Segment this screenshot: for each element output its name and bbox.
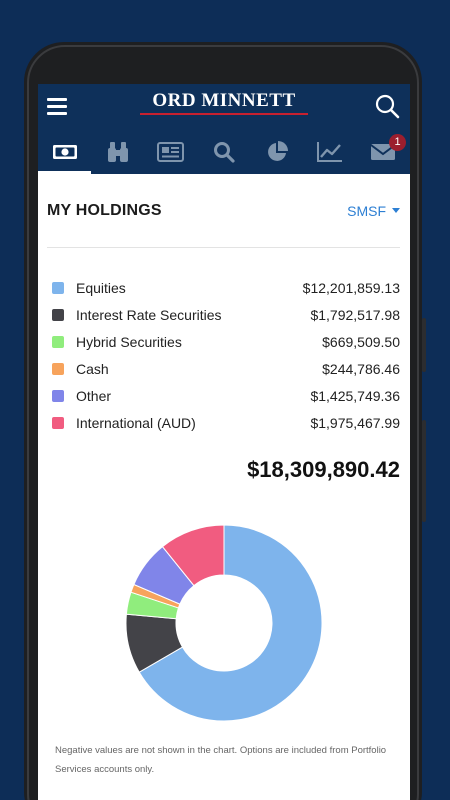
logo-underline bbox=[140, 113, 308, 115]
holding-row: Interest Rate Securities $1,792,517.98 bbox=[47, 301, 400, 328]
account-dropdown-value: SMSF bbox=[347, 202, 386, 219]
tab-news[interactable] bbox=[144, 130, 197, 174]
message-count-badge: 1 bbox=[389, 134, 406, 151]
holding-name: Other bbox=[76, 387, 112, 404]
tab-search[interactable] bbox=[197, 130, 250, 174]
chart-footnote: Negative values are not shown in the cha… bbox=[55, 745, 387, 775]
volume-button bbox=[422, 318, 426, 372]
line-chart-icon bbox=[317, 142, 342, 162]
holding-name: Equities bbox=[76, 279, 126, 296]
holding-value: $12,201,859.13 bbox=[302, 279, 400, 296]
tab-markets[interactable] bbox=[303, 130, 356, 174]
tab-bar: 1 bbox=[38, 130, 410, 174]
holding-row: Hybrid Securities $669,509.50 bbox=[47, 328, 400, 355]
holding-value: $244,786.46 bbox=[322, 360, 400, 377]
holdings-header: MY HOLDINGS SMSF bbox=[47, 174, 400, 248]
holding-color-swatch bbox=[52, 281, 64, 294]
app-screen: ORD MINNETT 1 MY HOLDINGS SMSF Equities … bbox=[38, 84, 410, 800]
holding-row: International (AUD) $1,975,467.99 bbox=[47, 409, 400, 436]
holding-row: Equities $12,201,859.13 bbox=[47, 274, 400, 301]
tab-messages[interactable]: 1 bbox=[356, 130, 409, 174]
holding-value: $1,792,517.98 bbox=[310, 306, 400, 323]
holding-color-swatch bbox=[52, 389, 64, 402]
holding-value: $1,975,467.99 bbox=[310, 414, 400, 431]
binoculars-icon bbox=[107, 142, 128, 162]
newspaper-icon bbox=[157, 142, 184, 162]
holding-value: $1,425,749.36 bbox=[310, 387, 400, 404]
tab-holdings[interactable] bbox=[38, 130, 91, 174]
app-bar: ORD MINNETT bbox=[38, 84, 410, 130]
pie-chart-icon bbox=[267, 141, 288, 161]
search-icon bbox=[213, 142, 235, 163]
account-dropdown[interactable]: SMSF bbox=[347, 203, 400, 219]
search-icon[interactable] bbox=[374, 93, 400, 119]
holding-color-swatch bbox=[52, 308, 64, 321]
holding-name: Cash bbox=[76, 360, 109, 377]
holding-name: International (AUD) bbox=[76, 414, 196, 431]
holding-name: Interest Rate Securities bbox=[76, 306, 222, 323]
holding-color-swatch bbox=[52, 416, 64, 429]
holding-row: Cash $244,786.46 bbox=[47, 355, 400, 382]
chevron-down-icon bbox=[392, 208, 400, 213]
holding-name: Hybrid Securities bbox=[76, 333, 182, 350]
holding-color-swatch bbox=[52, 335, 64, 348]
power-button bbox=[422, 420, 426, 522]
total-value: $18,309,890.42 bbox=[247, 457, 400, 482]
holding-color-swatch bbox=[52, 362, 64, 375]
holdings-panel: MY HOLDINGS SMSF Equities $12,201,859.13 I… bbox=[38, 174, 410, 779]
brand-logo: ORD MINNETT bbox=[38, 90, 410, 115]
logo-text: ORD MINNETT bbox=[152, 90, 296, 111]
holdings-list: Equities $12,201,859.13 Interest Rate Secu… bbox=[47, 274, 400, 436]
holdings-title: MY HOLDINGS bbox=[47, 201, 162, 219]
banknote-icon bbox=[52, 145, 77, 159]
allocation-donut-chart bbox=[125, 524, 322, 722]
holding-row: Other $1,425,749.36 bbox=[47, 382, 400, 409]
allocation-chart bbox=[47, 523, 400, 723]
tab-portfolio[interactable] bbox=[250, 130, 303, 174]
holding-value: $669,509.50 bbox=[322, 333, 400, 350]
tab-research[interactable] bbox=[91, 130, 144, 174]
